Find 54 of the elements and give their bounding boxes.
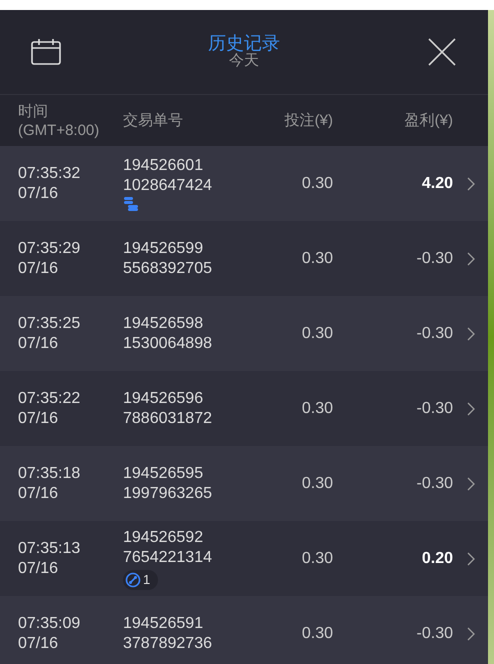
history-title: 历史记录 [208,34,280,52]
order-number: 194526598 1530064898 [123,314,213,354]
profit-cell-text: -0.30 [416,624,453,644]
history-row[interactable]: 07:35:13 07/16 194526592 7654221314 1 0.30 0.20 [0,521,488,596]
time-cell-text: 07:35:22 07/16 [18,388,82,428]
time-cell-text: 07:35:32 07/16 [18,164,82,204]
history-row[interactable]: 07:35:32 07/16 194526601 1028647424 0.30 4.20 [0,146,488,221]
link-icon [125,572,141,588]
close-icon [428,38,456,66]
chevron-right-icon [467,326,475,340]
profit-cell-text: -0.30 [416,248,453,268]
profit-cell-text: 4.20 [420,174,453,194]
chevron-right-icon [467,552,475,566]
history-row[interactable]: 07:35:18 07/16 194526595 1997963265 0.30 -0.30 [0,446,488,521]
history-row[interactable]: 07:35:09 07/16 194526591 3787892736 0.30 -0.30 [0,596,488,664]
order-number: 194526601 1028647424 [123,156,213,196]
profit-cell-text: -0.30 [416,398,453,418]
stake-cell-text: 0.30 [300,248,333,268]
chevron-right-icon [467,252,475,266]
date-subtitle: 今天 [229,52,259,70]
calendar-button[interactable] [30,36,62,68]
count-badge: 1 [123,570,158,590]
order-number: 194526592 7654221314 [123,528,213,568]
order-number: 194526596 7886031872 [123,388,213,428]
stake-cell-text: 0.30 [300,398,333,418]
profit-cell-text: 0.20 [420,548,453,568]
order-number: 194526595 1997963265 [123,464,213,504]
time-cell-text: 07:35:18 07/16 [18,464,82,504]
column-header: 盈利(¥) [404,111,453,130]
stake-cell-text: 0.30 [300,624,333,644]
history-row[interactable]: 07:35:29 07/16 194526599 5568392705 0.30 -0.30 [0,221,488,296]
order-number: 194526599 5568392705 [123,238,213,278]
column-header: 时间 (GMT+8:00) [18,102,100,140]
chevron-right-icon [467,176,475,190]
order-number: 194526591 3787892736 [123,614,213,654]
profit-cell-text: -0.30 [416,324,453,344]
stake-cell-text: 0.30 [300,324,333,344]
stake-cell-text: 0.30 [300,174,333,194]
chevron-right-icon [467,402,475,416]
history-row[interactable]: 07:35:22 07/16 194526596 7886031872 0.30 -0.30 [0,371,488,446]
column-header: 投注(¥) [284,111,333,130]
time-cell-text: 07:35:25 07/16 [18,314,82,354]
stake-cell-text: 0.30 [300,548,333,568]
stake-cell-text: 0.30 [300,474,333,494]
column-header: 交易单号 [123,111,184,130]
time-cell-text: 07:35:09 07/16 [18,614,82,654]
time-cell-text: 07:35:29 07/16 [18,238,82,278]
profit-cell-text: -0.30 [416,474,453,494]
close-button[interactable] [426,36,458,68]
chevron-right-icon [467,476,475,490]
time-cell-text: 07:35:13 07/16 [18,538,82,578]
chevron-right-icon [467,626,475,640]
calendar-icon [30,38,62,66]
history-row[interactable]: 07:35:25 07/16 194526598 1530064898 0.30 -0.30 [0,296,488,371]
